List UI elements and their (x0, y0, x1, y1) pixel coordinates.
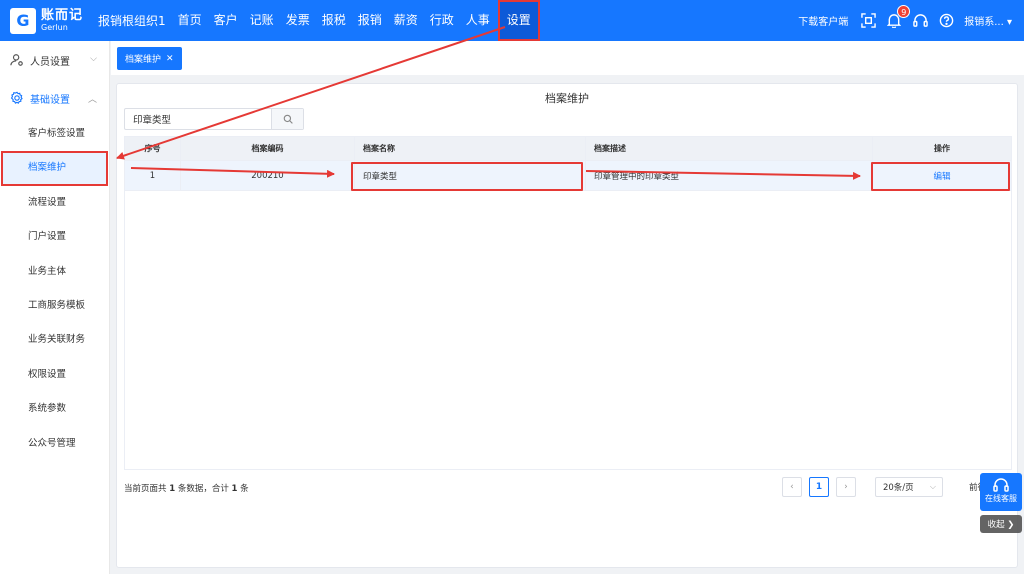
table-row[interactable]: 1 200210 印章类型 印章管理中的印章类型 编辑 (125, 161, 1011, 191)
help-icon[interactable] (938, 13, 954, 29)
brand-name-en: Gerlun (41, 23, 68, 32)
sidebar-item-customer-tags[interactable]: 客户标签设置 (0, 117, 109, 151)
table-header: 序号 档案编码 档案名称 档案描述 操作 (125, 137, 1011, 161)
next-page-button[interactable]: › (835, 477, 856, 497)
prev-page-button[interactable]: ‹ (781, 477, 802, 497)
sidebar: 人员设置 ⌵ 基础设置 ︿ 客户标签设置 档案维护 流程设置 门户设置 业务主体… (0, 41, 110, 574)
user-settings-icon (10, 53, 24, 67)
edit-link[interactable]: 编辑 (873, 161, 1011, 190)
col-action: 操作 (934, 144, 950, 153)
collapse-button[interactable]: 收起 ❯ (980, 515, 1022, 533)
page-number[interactable]: 1 (808, 477, 829, 497)
cell-index: 1 (125, 161, 181, 190)
sidebar-item-archive[interactable]: 档案维护 (1, 151, 108, 186)
search-box (124, 108, 304, 130)
table-footer: 当前页面共 1 条数据，合计 1 条 ‹ 1 › 20条/页⌵ 前往 1 (124, 477, 1012, 499)
sidebar-item-system-params[interactable]: 系统参数 (0, 392, 109, 426)
sidebar-item-workflow[interactable]: 流程设置 (0, 186, 109, 220)
notification-badge: 9 (897, 4, 911, 18)
sidebar-group-people[interactable]: 人员设置 ⌵ (0, 41, 109, 79)
sidebar-item-portal[interactable]: 门户设置 (0, 220, 109, 254)
search-icon (283, 114, 293, 124)
nav-tax[interactable]: 报税 (316, 0, 352, 41)
headset-icon[interactable] (912, 13, 928, 29)
cell-name: 印章类型 (355, 161, 586, 190)
sidebar-item-permissions[interactable]: 权限设置 (0, 358, 109, 392)
nav-customers[interactable]: 客户 (208, 0, 244, 41)
sidebar-item-official-account[interactable]: 公众号管理 (0, 427, 109, 461)
close-icon[interactable]: ✕ (166, 54, 174, 64)
sidebar-item-service-template[interactable]: 工商服务模板 (0, 289, 109, 323)
col-name: 档案名称 (355, 137, 586, 160)
page-title: 档案维护 (545, 92, 589, 105)
archive-panel: 档案维护 序号 档案编码 档案名称 档案描述 操作 1 200210 印章类型 … (116, 83, 1018, 568)
search-input[interactable] (125, 109, 271, 129)
nav-invoices[interactable]: 发票 (280, 0, 316, 41)
brand-name: 账而记 (41, 8, 84, 23)
nav-admin[interactable]: 行政 (424, 0, 460, 41)
sidebar-item-business-entity[interactable]: 业务主体 (0, 255, 109, 289)
cell-desc: 印章管理中的印章类型 (586, 161, 873, 190)
brand-logo[interactable]: G 账而记 Gerlun (10, 7, 88, 34)
nav-hr[interactable]: 人事 (460, 0, 496, 41)
nav-bookkeeping[interactable]: 记账 (244, 0, 280, 41)
tab-bar: 档案维护 ✕ (111, 41, 1024, 75)
nav-home[interactable]: 首页 (172, 0, 208, 41)
online-service-button[interactable]: 在线客服 (980, 473, 1022, 511)
chevron-down-icon: ⌵ (929, 482, 936, 491)
user-menu[interactable]: 报销系... ▾ (964, 13, 1012, 28)
scan-icon[interactable] (860, 13, 876, 29)
col-code: 档案编码 (181, 137, 355, 160)
col-index: 序号 (125, 137, 181, 160)
download-client-link[interactable]: 下载客户端 (798, 13, 848, 28)
pagination: ‹ 1 › 20条/页⌵ 前往 1 (781, 477, 1012, 497)
logo-icon: G (10, 7, 36, 34)
chevron-up-icon: ︿ (87, 95, 97, 105)
search-button[interactable] (271, 109, 303, 129)
page-size-select[interactable]: 20条/页 ⌵ (874, 477, 943, 497)
archive-table: 序号 档案编码 档案名称 档案描述 操作 1 200210 印章类型 印章管理中… (124, 136, 1012, 470)
nav-reimbursement[interactable]: 报销 (352, 0, 388, 41)
nav-settings[interactable]: 设置 (497, 0, 540, 41)
org-selector[interactable]: 报销根组织1 (98, 12, 166, 29)
cell-code: 200210 (181, 161, 355, 190)
gear-icon (10, 91, 24, 105)
col-desc: 档案描述 (586, 137, 873, 160)
caret-down-icon: ▾ (1006, 17, 1012, 28)
total-summary: 当前页面共 1 条数据，合计 1 条 (124, 484, 249, 494)
top-navbar: G 账而记 Gerlun 报销根组织1 首页 客户 记账 发票 报税 报销 薪资… (0, 0, 1024, 41)
headset-icon (980, 477, 1022, 493)
nav-payroll[interactable]: 薪资 (388, 0, 424, 41)
bell-icon[interactable]: 9 (886, 4, 911, 29)
sidebar-item-finance-link[interactable]: 业务关联财务 (0, 323, 109, 357)
main-nav: 首页 客户 记账 发票 报税 报销 薪资 行政 人事 设置 (172, 0, 540, 41)
sidebar-group-basic[interactable]: 基础设置 ︿ (0, 79, 109, 117)
tab-archive[interactable]: 档案维护 ✕ (117, 47, 182, 70)
chevron-down-icon: ⌵ (90, 54, 97, 64)
